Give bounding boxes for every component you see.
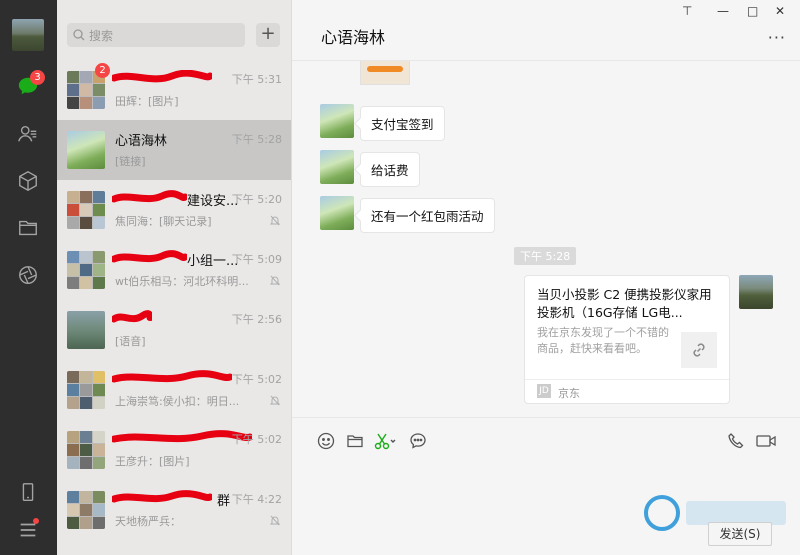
message-bubble: 给话费 [360,152,420,187]
aperture-icon [19,266,37,284]
chat-nav-button[interactable]: 3 [16,70,45,98]
session-item[interactable]: 建设安... 下午 5:20 焦同海：[聊天记录] [57,180,291,240]
contact-avatar [67,131,105,169]
group-avatar [67,491,105,529]
image-thumbnail[interactable] [360,61,410,85]
screenshot-scissors-icon[interactable] [374,432,396,450]
redaction-scribble [112,310,152,323]
muted-bell-icon [270,515,280,526]
moments-nav-button[interactable] [16,263,40,287]
group-avatar [67,251,105,289]
session-list-panel: 搜索 + 2 下午 5:31 田辉：[图片] 心语海林 下午 5:28 [链接] [57,0,292,555]
user-avatar[interactable] [12,19,44,51]
session-preview: wt伯乐相马：河北环科明... [115,275,249,288]
send-button[interactable]: 发送(S) [708,522,772,546]
files-nav-button[interactable] [16,216,40,240]
redaction-scribble [112,70,212,83]
session-preview: 天地杨严兵： [115,515,181,528]
contacts-nav-button[interactable] [16,122,40,146]
folder-icon[interactable] [346,432,364,450]
folder-icon [19,220,37,236]
session-preview: 王彦升：[图片] [115,455,190,468]
input-divider [292,417,800,418]
session-time: 下午 5:09 [231,253,282,266]
session-item[interactable]: 2 下午 5:31 田辉：[图片] [57,60,291,120]
emoji-icon[interactable] [317,432,335,450]
session-time: 下午 5:28 [231,133,282,146]
redaction-scribble [112,490,212,503]
cube-icon [19,171,37,191]
card-footer: JD 京东 [525,379,729,403]
session-time: 下午 5:20 [231,193,282,206]
favorites-nav-button[interactable] [16,169,40,193]
phone-nav-button[interactable] [16,480,40,504]
session-preview: 焦同海：[聊天记录] [115,215,212,228]
session-preview: 田辉：[图片] [115,95,179,108]
session-item-active[interactable]: 心语海林 下午 5:28 [链接] [57,120,291,180]
voice-call-icon[interactable] [727,432,745,450]
session-item[interactable]: 群 下午 4:22 天地杨严兵： [57,480,291,540]
muted-bell-icon [270,275,280,286]
chat-history-icon[interactable] [409,432,427,450]
session-preview: [链接] [115,155,146,168]
message-bubble: 还有一个红包雨活动 [360,198,495,233]
session-item[interactable]: 下午 2:56 [语音] [57,300,291,360]
session-item[interactable]: 小组一... 下午 5:09 wt伯乐相马：河北环科明... [57,240,291,300]
link-card[interactable]: 当贝小投影 C2 便携投影仪家用投影机（16G存储 LG电... 我在京东发现了… [524,275,730,404]
time-divider: 下午 5:28 [514,247,577,265]
chat-title: 心语海林 [321,28,386,47]
contacts-icon [18,125,37,142]
contact-avatar[interactable] [320,150,354,184]
video-call-icon[interactable] [755,432,777,450]
contact-avatar[interactable] [320,196,354,230]
contact-avatar [67,311,105,349]
search-input[interactable]: 搜索 [89,27,113,44]
session-list: 2 下午 5:31 田辉：[图片] 心语海林 下午 5:28 [链接] 建设安.… [57,60,291,540]
session-item[interactable]: 下午 5:02 上海崇笃:侯小扣：明日... [57,360,291,420]
pin-icon[interactable]: ⊤ [682,4,692,18]
close-icon[interactable]: ✕ [775,4,785,18]
session-name: 心语海林 [115,134,168,149]
message-area: 支付宝签到 给话费 还有一个红包雨活动 下午 5:28 当贝小投影 C2 便携投… [292,61,800,417]
group-avatar [67,191,105,229]
redaction-scribble [112,250,187,263]
unread-badge: 3 [30,70,45,85]
contact-avatar[interactable] [320,104,354,138]
add-button[interactable]: + [256,23,280,47]
session-time: 下午 4:22 [231,493,282,506]
redaction-scribble [112,370,232,383]
menu-dot-badge [33,518,39,524]
group-avatar [67,431,105,469]
session-item[interactable]: 下午 5:02 王彦升：[图片] [57,420,291,480]
session-preview: 上海崇笃:侯小扣：明日... [115,395,240,408]
search-box[interactable]: 搜索 [67,23,245,47]
search-icon [73,29,85,41]
more-options-icon[interactable]: ··· [768,28,786,47]
session-time: 下午 2:56 [231,313,282,326]
minimize-icon[interactable]: — [717,4,729,18]
session-time: 下午 5:02 [231,433,282,446]
message-bubble: 支付宝签到 [360,106,445,141]
unread-badge: 2 [95,63,110,78]
session-time: 下午 5:31 [231,73,282,86]
card-description: 我在京东发现了一个不错的商品，赶快来看看吧。 [537,326,669,355]
menu-nav-button[interactable] [16,518,40,542]
card-source: 京东 [558,387,580,400]
muted-bell-icon [270,215,280,226]
nav-rail: 3 [0,0,57,555]
chat-panel: ⊤ — □ ✕ 心语海林 ··· 支付宝签到 给话费 还有一个红包雨活动 下午 … [292,0,800,555]
session-time: 下午 5:02 [231,373,282,386]
redaction-scribble [112,190,187,203]
self-avatar[interactable] [739,275,773,309]
session-preview: [语音] [115,335,146,348]
group-avatar [67,371,105,409]
link-icon [681,332,717,368]
jd-logo-icon: JD [537,384,551,398]
card-title: 当贝小投影 C2 便携投影仪家用投影机（16G存储 LG电... [537,287,712,320]
phone-icon [22,483,34,501]
maximize-icon[interactable]: □ [747,4,758,18]
muted-bell-icon [270,395,280,406]
